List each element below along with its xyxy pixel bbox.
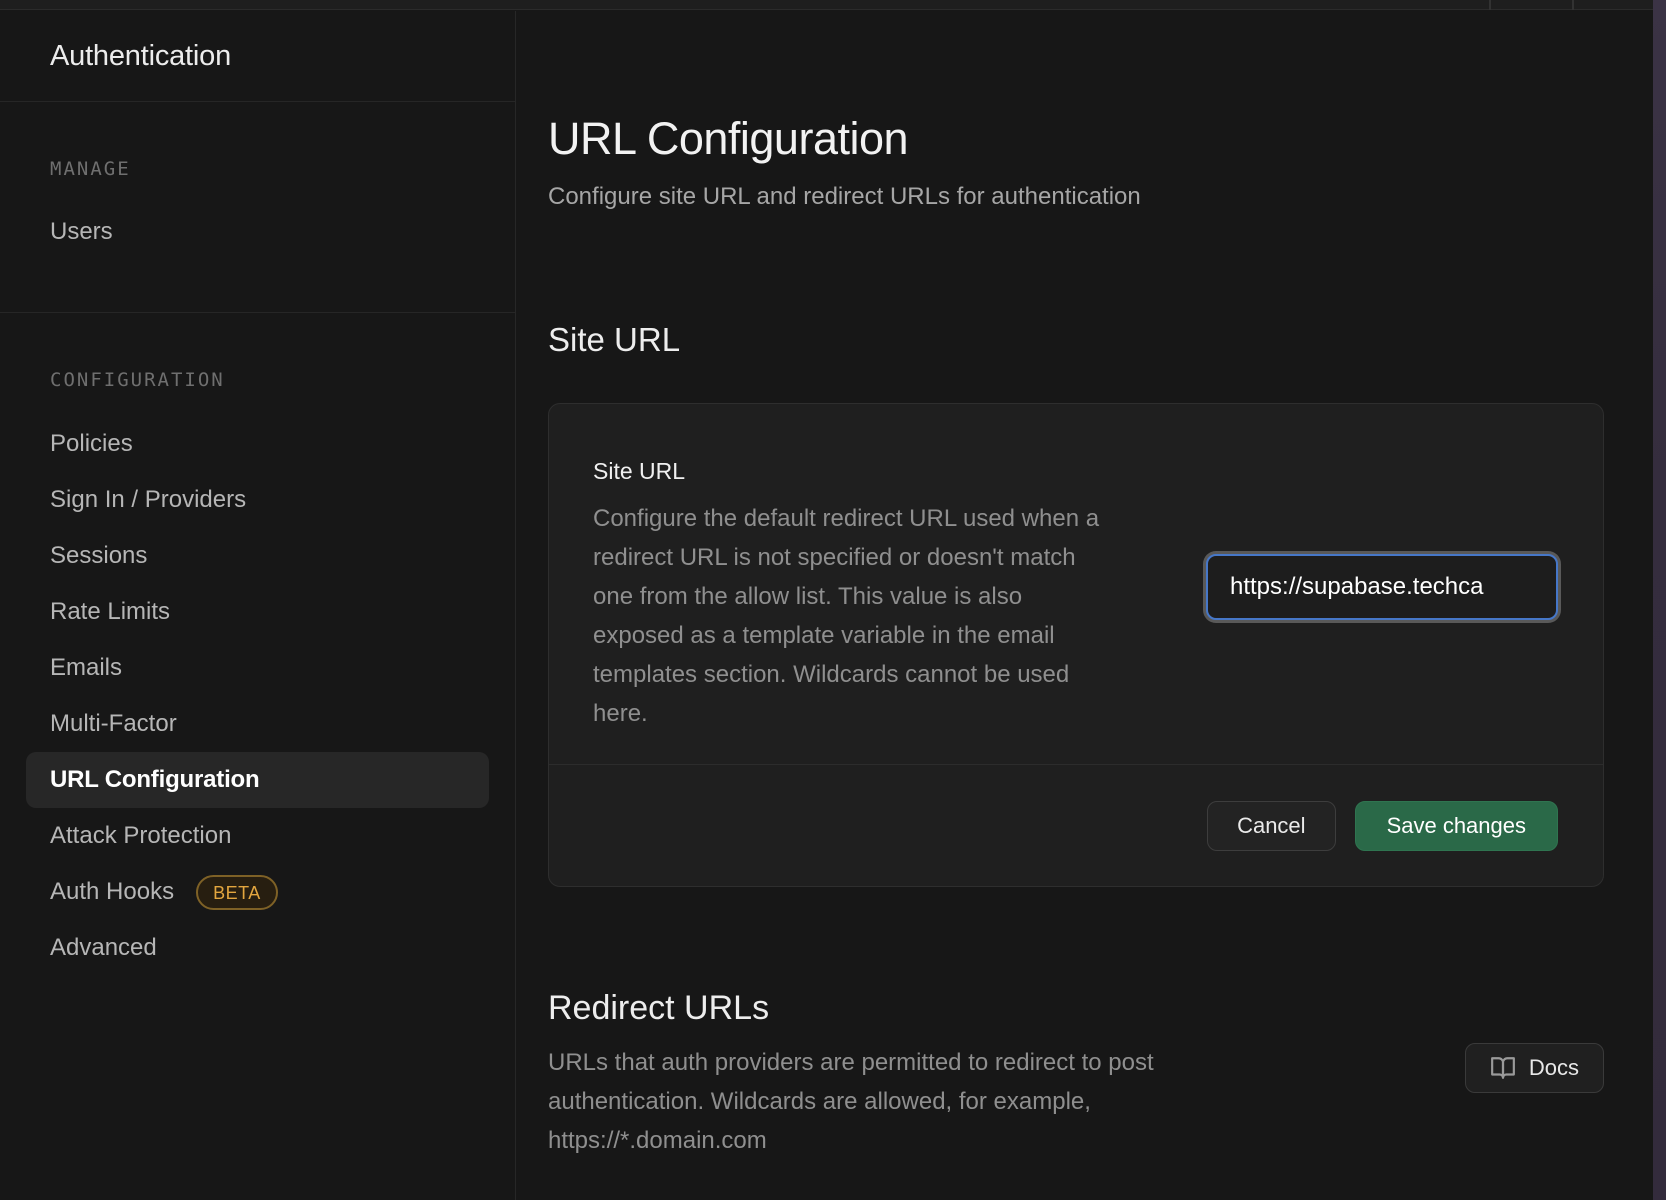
sidebar-item-advanced[interactable]: Advanced — [0, 920, 515, 976]
toolbar-divider — [1572, 0, 1574, 10]
sidebar-item-label: Sign In / Providers — [50, 486, 246, 514]
assistant-panel-edge — [1653, 0, 1666, 1200]
redirect-urls-section: Redirect URLs URLs that auth providers a… — [548, 989, 1604, 1160]
sidebar-item-label: Advanced — [50, 934, 157, 962]
sidebar-item-label: Emails — [50, 654, 122, 682]
main-content: URL Configuration Configure site URL and… — [516, 11, 1666, 1200]
site-url-input-wrap — [1206, 458, 1558, 764]
sidebar-title: Authentication — [0, 11, 515, 102]
app-container: Authentication MANAGE Users CONFIGURATIO… — [0, 11, 1666, 1200]
cancel-button[interactable]: Cancel — [1207, 801, 1335, 851]
sidebar-divider — [0, 312, 515, 313]
site-url-card-footer: Cancel Save changes — [549, 765, 1603, 886]
site-url-field-info: Site URL Configure the default redirect … — [593, 458, 1153, 764]
page-title: URL Configuration — [548, 113, 1666, 165]
page-subtitle: Configure site URL and redirect URLs for… — [548, 183, 1666, 211]
sidebar-item-url-configuration[interactable]: URL Configuration — [26, 752, 489, 808]
beta-badge: BETA — [196, 875, 278, 910]
sidebar-item-attack-protection[interactable]: Attack Protection — [0, 808, 515, 864]
redirect-urls-heading: Redirect URLs — [548, 989, 1604, 1028]
site-url-description: Configure the default redirect URL used … — [593, 499, 1113, 733]
sidebar-section-manage: MANAGE Users — [0, 158, 515, 260]
sidebar-item-users[interactable]: Users — [0, 204, 515, 260]
redirect-urls-description: URLs that auth providers are permitted t… — [548, 1043, 1248, 1160]
site-url-input[interactable] — [1206, 554, 1558, 620]
sidebar-item-sign-in-providers[interactable]: Sign In / Providers — [0, 472, 515, 528]
toolbar-divider — [1489, 0, 1491, 10]
sidebar-item-label: Auth Hooks — [50, 878, 174, 906]
top-toolbar-strip — [0, 0, 1666, 10]
sidebar-item-sessions[interactable]: Sessions — [0, 528, 515, 584]
section-label-configuration: CONFIGURATION — [0, 369, 515, 391]
site-url-card: Site URL Configure the default redirect … — [548, 403, 1604, 887]
sidebar-item-label: Policies — [50, 430, 133, 458]
docs-button[interactable]: Docs — [1465, 1043, 1604, 1093]
section-label-manage: MANAGE — [0, 158, 515, 180]
auth-sidebar: Authentication MANAGE Users CONFIGURATIO… — [0, 11, 516, 1200]
sidebar-item-label: Multi-Factor — [50, 710, 177, 738]
sidebar-item-label: Users — [50, 218, 113, 246]
sidebar-item-multi-factor[interactable]: Multi-Factor — [0, 696, 515, 752]
site-url-card-body: Site URL Configure the default redirect … — [549, 404, 1603, 764]
sidebar-item-label: Attack Protection — [50, 822, 231, 850]
sidebar-item-auth-hooks[interactable]: Auth Hooks BETA — [0, 864, 515, 920]
sidebar-config-items: Policies Sign In / Providers Sessions Ra… — [0, 416, 515, 976]
sidebar-item-label: Sessions — [50, 542, 147, 570]
sidebar-item-policies[interactable]: Policies — [0, 416, 515, 472]
sidebar-item-label: Rate Limits — [50, 598, 170, 626]
book-open-icon — [1490, 1055, 1516, 1081]
site-url-label: Site URL — [593, 458, 1153, 485]
docs-button-label: Docs — [1529, 1055, 1579, 1081]
site-url-heading: Site URL — [548, 321, 1666, 359]
sidebar-item-rate-limits[interactable]: Rate Limits — [0, 584, 515, 640]
sidebar-section-configuration: CONFIGURATION Policies Sign In / Provide… — [0, 369, 515, 976]
sidebar-item-emails[interactable]: Emails — [0, 640, 515, 696]
sidebar-item-label: URL Configuration — [50, 766, 259, 794]
save-changes-button[interactable]: Save changes — [1355, 801, 1558, 851]
